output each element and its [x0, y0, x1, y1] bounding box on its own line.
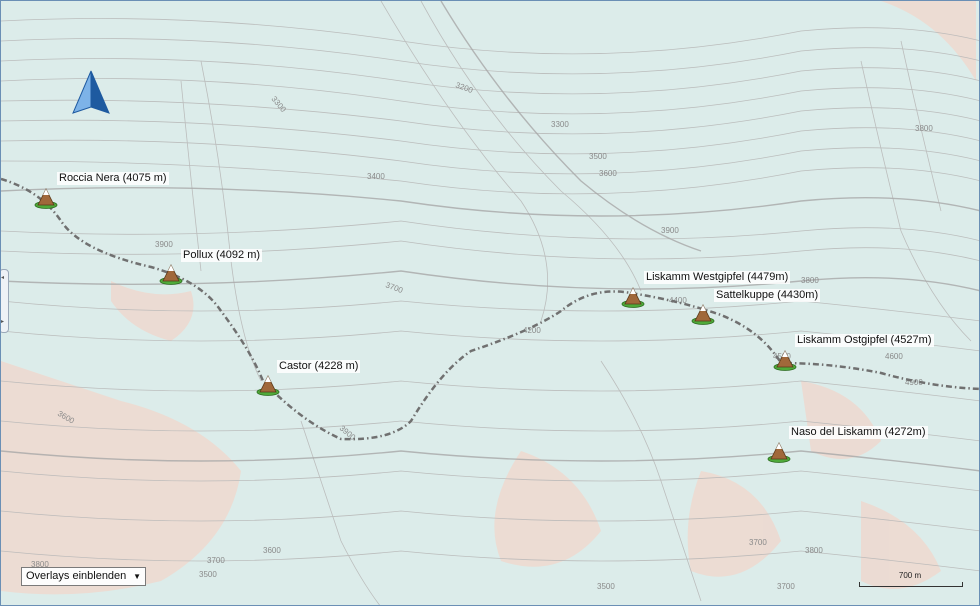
contour-label: 3800	[805, 546, 823, 555]
north-arrow-icon	[72, 70, 110, 114]
scale-bar-line	[859, 582, 963, 587]
contour-label: 3800	[915, 124, 933, 133]
peak-label-liskamm-ostgipfel: Liskamm Ostgipfel (4527m)	[795, 334, 934, 347]
map-view[interactable]: 3300 3200 3300 3500 3600 3800 3400 3900 …	[0, 0, 980, 606]
peak-icon[interactable]	[621, 286, 645, 308]
overlays-select[interactable]: Overlays einblenden ▼	[21, 567, 146, 586]
peak-icon[interactable]	[691, 303, 715, 325]
contour-label: 3700	[777, 582, 795, 591]
peak-label-sattelkuppe: Sattelkuppe (4430m)	[714, 289, 821, 302]
peak-icon[interactable]	[767, 441, 791, 463]
contour-label: 3500	[199, 570, 217, 579]
chevron-left-icon: ◂	[1, 275, 5, 281]
terrain-layer: 3300 3200 3300 3500 3600 3800 3400 3900 …	[1, 1, 979, 605]
contour-label: 4600	[885, 352, 903, 361]
peak-label-castor: Castor (4228 m)	[277, 360, 361, 373]
peak-label-pollux: Pollux (4092 m)	[181, 249, 263, 262]
contour-label: 3700	[384, 280, 404, 295]
peak-label-liskamm-westgipfel: Liskamm Westgipfel (4479m)	[644, 271, 791, 284]
contour-label: 3400	[367, 172, 385, 181]
peak-icon[interactable]	[34, 187, 58, 209]
peak-icon[interactable]	[256, 374, 280, 396]
scale-label: 700 m	[898, 571, 922, 580]
contour-label: 3700	[207, 556, 225, 565]
chevron-right-icon: ▸	[1, 319, 5, 325]
chevron-down-icon: ▼	[133, 572, 141, 581]
contour-label: 3500	[597, 582, 615, 591]
contour-label: 3300	[551, 120, 569, 129]
overlays-select-label: Overlays einblenden	[26, 570, 127, 582]
contour-label: 3500	[589, 152, 607, 161]
contour-label: 3700	[749, 538, 767, 547]
side-panel-handle[interactable]: ◂ ▸	[1, 269, 9, 333]
contour-label: 3300	[269, 95, 288, 115]
contour-label: 3900	[661, 226, 679, 235]
contour-label: 3600	[599, 169, 617, 178]
contour-label: 3600	[263, 546, 281, 555]
peak-icon[interactable]	[159, 263, 183, 285]
contour-label: 3900	[155, 240, 173, 249]
scale-bar: 700 m	[859, 571, 963, 587]
peak-label-roccia-nera: Roccia Nera (4075 m)	[57, 172, 169, 185]
peak-label-naso-del-liskamm: Naso del Liskamm (4272m)	[789, 426, 928, 439]
peak-icon[interactable]	[773, 349, 797, 371]
contour-label: 3800	[801, 276, 819, 285]
